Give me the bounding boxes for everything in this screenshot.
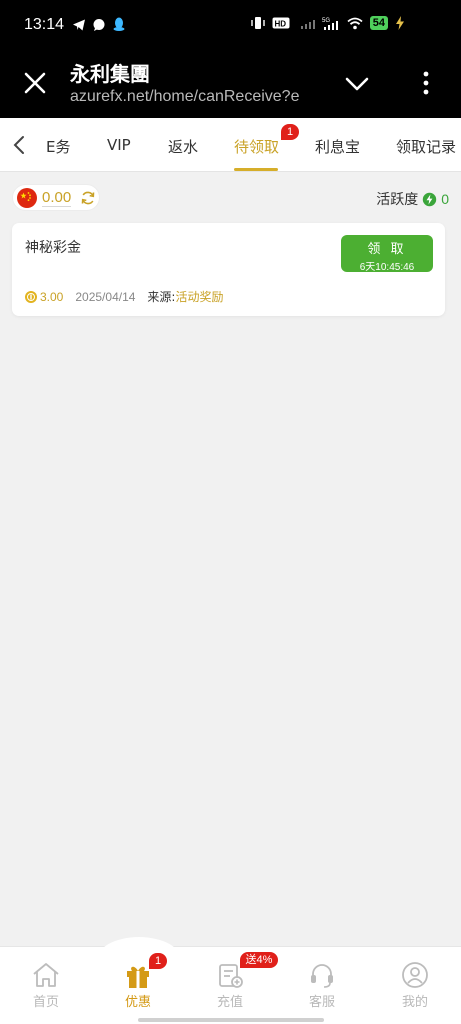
battery-level: 54 bbox=[369, 16, 388, 30]
signal-weak-icon bbox=[300, 20, 315, 29]
promotions-badge: 1 bbox=[149, 953, 167, 969]
claim-countdown: 6天10:45:46 bbox=[359, 262, 415, 273]
chat-bubble-icon bbox=[93, 18, 105, 31]
nav-support-label: 客服 bbox=[308, 995, 335, 1010]
hd-icon: HD bbox=[272, 17, 290, 29]
wifi-icon bbox=[347, 17, 363, 29]
refresh-icon[interactable] bbox=[80, 190, 96, 206]
activity-label: 活跃度 bbox=[376, 192, 419, 208]
reward-meta: 3.00 2025/04/14 来源: 活动奖励 bbox=[25, 288, 223, 305]
tab-pending-claim[interactable]: 待领取 bbox=[234, 136, 279, 157]
tab-tasks[interactable]: E务 bbox=[46, 136, 70, 157]
svg-text:5G: 5G bbox=[322, 18, 330, 24]
reward-card: 神秘彩金 领 取 6天10:45:46 3.00 2025/04/14 来源: … bbox=[12, 223, 445, 316]
nav-deposit[interactable]: 充值 bbox=[200, 961, 260, 1010]
telegram-icon bbox=[73, 19, 85, 30]
coin-icon bbox=[25, 290, 37, 303]
reward-date: 2025/04/14 bbox=[75, 289, 136, 304]
active-tab-indicator bbox=[234, 168, 278, 171]
deposit-bonus-badge: 送4% bbox=[240, 952, 278, 968]
nav-profile[interactable]: 我的 bbox=[385, 961, 445, 1010]
more-menu-icon[interactable] bbox=[418, 70, 434, 96]
nav-home[interactable]: 首页 bbox=[16, 961, 76, 1010]
active-nav-bump bbox=[96, 937, 182, 961]
browser-title-bar: 永利集團 azurefx.net/home/canReceive?e bbox=[0, 50, 461, 118]
balance-pill: 0.00 bbox=[12, 184, 100, 211]
close-icon[interactable] bbox=[22, 70, 48, 96]
chevron-down-icon[interactable] bbox=[344, 74, 370, 94]
lightning-icon bbox=[423, 192, 437, 206]
reward-title: 神秘彩金 bbox=[25, 240, 81, 256]
reward-source: 活动奖励 bbox=[175, 290, 224, 304]
home-icon bbox=[33, 963, 59, 987]
signal-5g-icon: 5G bbox=[322, 18, 338, 30]
activity-value: 0 bbox=[441, 191, 449, 207]
balance-amount: 0.00 bbox=[42, 189, 72, 207]
status-time: 13:14 bbox=[24, 16, 65, 33]
bottom-nav: 首页 优惠 1 充值 送4% 客服 我的 bbox=[0, 937, 461, 1024]
page-url[interactable]: azurefx.net/home/canReceive?e bbox=[70, 88, 320, 106]
claim-button-label: 领 取 bbox=[367, 242, 407, 257]
nav-deposit-label: 充值 bbox=[216, 995, 243, 1010]
promo-tab-bar: E务 VIP 返水 待领取 1 利息宝 领取记录 bbox=[0, 118, 461, 172]
tab-claim-history[interactable]: 领取记录 bbox=[396, 136, 456, 157]
notification-icons bbox=[72, 17, 126, 32]
system-status-icons: HD 5G 54 bbox=[251, 16, 405, 30]
vibrate-icon bbox=[251, 17, 265, 29]
reward-amount: 3.00 bbox=[40, 289, 64, 304]
tab-interest[interactable]: 利息宝 bbox=[315, 136, 360, 157]
chevron-left-icon[interactable] bbox=[8, 132, 30, 158]
nav-support[interactable]: 客服 bbox=[292, 961, 352, 1010]
claim-button[interactable]: 领 取 6天10:45:46 bbox=[341, 235, 433, 273]
activity-score: 活跃度 0 bbox=[376, 189, 449, 209]
nav-profile-label: 我的 bbox=[401, 995, 428, 1010]
nav-home-label: 首页 bbox=[32, 995, 59, 1010]
tab-rebate[interactable]: 返水 bbox=[168, 136, 198, 157]
tab-vip[interactable]: VIP bbox=[107, 136, 131, 154]
headset-icon bbox=[311, 964, 333, 988]
china-flag-icon bbox=[17, 188, 37, 208]
reward-source-label: 来源: bbox=[147, 290, 176, 304]
status-bar: 13:14 HD 5G 54 bbox=[0, 0, 461, 50]
qq-icon bbox=[113, 17, 125, 31]
pending-claim-badge: 1 bbox=[281, 124, 299, 140]
home-indicator[interactable] bbox=[138, 1018, 324, 1022]
nav-promotions-label: 优惠 bbox=[124, 995, 151, 1010]
svg-text:HD: HD bbox=[274, 20, 286, 29]
page-title: 永利集團 bbox=[70, 64, 150, 86]
user-icon bbox=[402, 962, 428, 988]
charging-icon bbox=[396, 16, 404, 30]
